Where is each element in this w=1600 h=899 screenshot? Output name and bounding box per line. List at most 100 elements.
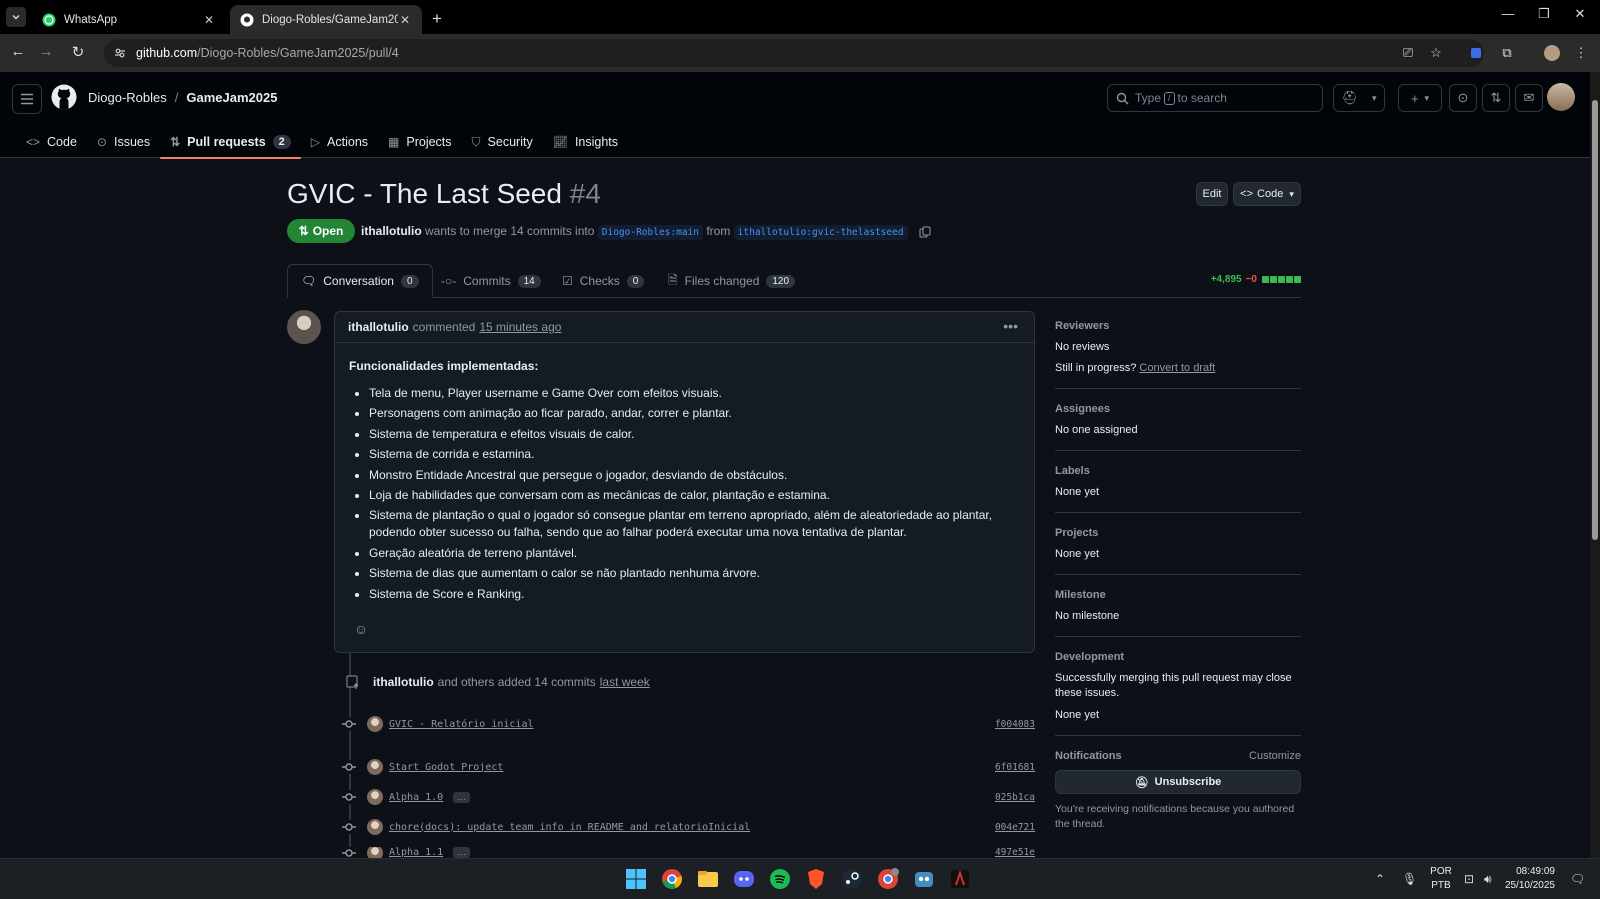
tab-insights[interactable]: 📈︎ Insights (543, 126, 628, 158)
avatar[interactable] (367, 789, 383, 805)
minimize-button[interactable]: — (1492, 6, 1524, 21)
code-dropdown-button[interactable]: <> Code ▾ (1233, 182, 1301, 206)
author-link[interactable]: ithallotulio (361, 224, 422, 238)
address-bar[interactable]: github.com/Diogo-Robles/GameJam2025/pull… (104, 39, 1484, 67)
timeline-when[interactable]: last week (600, 675, 650, 689)
section-heading[interactable]: Development (1055, 651, 1301, 663)
expand-commit-button[interactable]: … (453, 791, 471, 803)
discord-icon[interactable] (732, 867, 756, 891)
tab-conversation[interactable]: 🗨︎ Conversation 0 (287, 264, 433, 298)
edit-button[interactable]: Edit (1196, 182, 1228, 206)
browser-menu-icon[interactable]: ⋮ (1572, 44, 1590, 62)
commit-message[interactable]: GVIC - Relatório inicial (389, 719, 534, 730)
tab-commits[interactable]: -○- Commits 14 (428, 264, 554, 298)
browser-tab-whatsapp[interactable]: WhatsApp ✕ (32, 5, 226, 34)
comment-author[interactable]: ithallotulio (348, 320, 409, 334)
commit-message[interactable]: Start Godot Project (389, 762, 503, 773)
head-branch[interactable]: ithallotulio:gvic-thelastseed (733, 225, 908, 240)
chevron-up-icon[interactable]: ⌃ (1375, 872, 1385, 886)
section-heading[interactable]: Reviewers (1055, 320, 1301, 332)
owner-link[interactable]: Diogo-Robles (88, 90, 167, 105)
tab-code[interactable]: <> Code (16, 126, 87, 158)
timeline-author[interactable]: ithallotulio (373, 675, 434, 689)
kebab-horizontal-icon[interactable]: ••• (1003, 318, 1018, 334)
issues-button[interactable]: ⊙ (1449, 84, 1477, 112)
chrome-profile-icon[interactable] (876, 867, 900, 891)
tab-pull-requests[interactable]: ⇅ Pull requests 2 (160, 126, 301, 159)
microphone-icon[interactable]: 🎙︎ (1402, 872, 1417, 886)
bookmark-star-icon[interactable]: ☆ (1427, 44, 1445, 62)
tab-projects[interactable]: ▦ Projects (378, 126, 462, 158)
network-icon[interactable]: ⊡ (1464, 872, 1474, 886)
language-indicator[interactable]: POR PTB (1428, 865, 1454, 893)
avatar[interactable] (1547, 83, 1575, 111)
convert-to-draft-link[interactable]: Convert to draft (1139, 362, 1215, 374)
avatar[interactable] (287, 310, 321, 344)
reload-button[interactable]: ↻ (68, 43, 88, 61)
copy-icon[interactable] (919, 226, 931, 238)
site-info-icon[interactable] (114, 47, 126, 59)
commit-sha[interactable]: 004e721 (995, 822, 1035, 833)
commit-message[interactable]: Alpha 1.1 (389, 847, 443, 858)
brave-icon[interactable] (804, 867, 828, 891)
page-scrollbar[interactable] (1590, 72, 1600, 858)
avatar[interactable] (367, 716, 383, 732)
godot-icon[interactable] (912, 867, 936, 891)
tab-issues[interactable]: ⊙ Issues (87, 126, 160, 158)
expand-commit-button[interactable]: … (453, 847, 471, 858)
browser-tab-github[interactable]: Diogo-Robles/GameJam2025: F ✕ (230, 5, 422, 34)
section-heading[interactable]: Projects (1055, 527, 1301, 539)
new-tab-button[interactable]: + (432, 9, 442, 29)
avatar[interactable] (367, 819, 383, 835)
file-explorer-icon[interactable] (696, 867, 720, 891)
pull-requests-button[interactable]: ⇅ (1482, 84, 1510, 112)
chrome-icon[interactable] (660, 867, 684, 891)
avatar[interactable] (367, 759, 383, 775)
notification-center-icon[interactable]: 🗨︎ (1570, 872, 1585, 886)
extension-shield-icon[interactable] (1467, 44, 1485, 62)
avatar[interactable] (367, 847, 383, 858)
spotify-icon[interactable] (768, 867, 792, 891)
section-heading[interactable]: Labels (1055, 465, 1301, 477)
volume-icon[interactable]: 🔊︎ (1484, 872, 1492, 887)
close-icon[interactable]: ✕ (202, 13, 216, 27)
section-heading[interactable]: Milestone (1055, 589, 1301, 601)
unsubscribe-button[interactable]: 🔕︎ Unsubscribe (1055, 770, 1301, 794)
commit-sha[interactable]: 6f01681 (995, 762, 1035, 773)
profile-avatar-icon[interactable] (1543, 44, 1561, 62)
windows-start-icon[interactable] (624, 867, 648, 891)
close-icon[interactable]: ✕ (398, 13, 412, 27)
system-clock[interactable]: 08:49:09 25/10/2025 (1499, 865, 1555, 893)
repo-link[interactable]: GameJam2025 (186, 90, 277, 105)
commit-sha[interactable]: 497e51e (995, 847, 1035, 858)
install-app-icon[interactable]: ⎚ (1399, 44, 1417, 62)
commit-sha[interactable]: f004083 (995, 719, 1035, 730)
commit-sha[interactable]: 025b1ca (995, 792, 1035, 803)
smiley-icon[interactable]: ☺ (352, 620, 370, 638)
inbox-button[interactable]: ✉ (1515, 84, 1543, 112)
base-branch[interactable]: Diogo-Robles:main (597, 225, 703, 240)
comment-time[interactable]: 15 minutes ago (479, 320, 561, 334)
menu-button[interactable] (12, 84, 42, 114)
copilot-button[interactable]: ⛑ ▾ (1333, 84, 1385, 112)
tab-files-changed[interactable]: 🗎︎ Files changed 120 (655, 264, 808, 298)
scrollbar-thumb[interactable] (1592, 100, 1598, 540)
game-app-icon[interactable] (948, 867, 972, 891)
github-logo-icon[interactable] (51, 84, 77, 110)
search-input[interactable]: Type / to search (1107, 84, 1323, 112)
commit-message[interactable]: chore(docs): update team info in README … (389, 822, 750, 833)
steam-icon[interactable] (840, 867, 864, 891)
forward-button[interactable]: → (36, 43, 56, 60)
extensions-puzzle-icon[interactable]: ⧉ (1498, 44, 1516, 62)
tab-checks[interactable]: ☑ Checks 0 (549, 264, 657, 298)
window-close-button[interactable]: ✕ (1564, 6, 1596, 22)
tab-actions[interactable]: ▷ Actions (301, 126, 378, 158)
customize-link[interactable]: Customize (1249, 750, 1301, 762)
back-button[interactable]: ← (8, 43, 28, 60)
restore-button[interactable]: ❐ (1528, 6, 1560, 22)
tab-search-button[interactable] (6, 7, 26, 27)
commit-message[interactable]: Alpha 1.0 (389, 792, 443, 803)
create-new-button[interactable]: + ▾ (1398, 84, 1442, 112)
section-heading[interactable]: Assignees (1055, 403, 1301, 415)
tab-security[interactable]: ⛉ Security (462, 126, 543, 158)
